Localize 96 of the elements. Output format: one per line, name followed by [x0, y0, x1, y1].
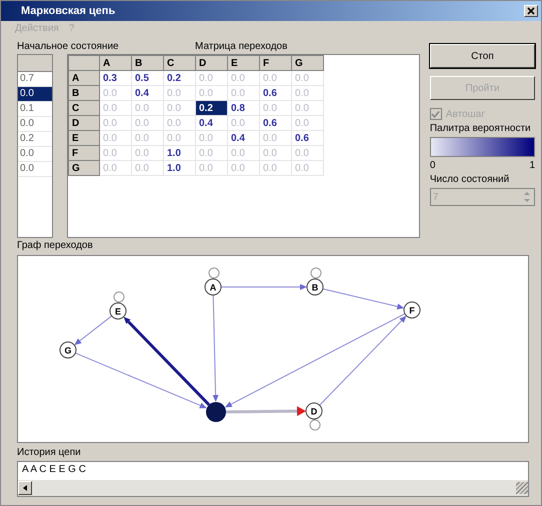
state-node: E	[110, 302, 126, 320]
resize-grip-icon	[516, 482, 528, 494]
grid-cell[interactable]: 0.4	[228, 130, 260, 146]
grid-cell[interactable]: 0.0	[18, 147, 52, 162]
grid-cell[interactable]: 0.0	[228, 146, 260, 160]
column-header: F	[260, 56, 292, 70]
state-node: G	[60, 342, 76, 358]
grid-cell[interactable]: 0.0	[132, 160, 164, 176]
spin-arrows-icon	[522, 189, 532, 205]
grid-cell[interactable]: 0.0	[100, 146, 132, 160]
grid-cell[interactable]: 0.0	[100, 160, 132, 176]
grid-cell[interactable]: 0.0	[260, 160, 292, 176]
grid-cell[interactable]: 0.2	[18, 132, 52, 147]
grid-cell[interactable]: 0.0	[260, 146, 292, 160]
initial-state-label: Начальное состояние	[17, 41, 120, 52]
grid-cell[interactable]: 0.0	[292, 116, 324, 130]
grid-cell[interactable]: 0.0	[164, 86, 196, 100]
grid-cell[interactable]: 0.0	[260, 100, 292, 116]
grid-cell[interactable]: 0.0	[100, 130, 132, 146]
grid-cell[interactable]: 1.0	[164, 146, 196, 160]
grid-cell[interactable]: 0.6	[292, 130, 324, 146]
state-node: F	[404, 302, 420, 318]
grid-cell[interactable]: 0.0	[228, 70, 260, 86]
grid-cell[interactable]: 0.0	[100, 100, 132, 116]
graph-label: Граф переходов	[16, 239, 94, 253]
left-arrow-icon	[22, 485, 28, 491]
self-loop	[208, 268, 220, 278]
close-button[interactable]	[524, 5, 538, 17]
grid-cell[interactable]: 0.0	[132, 146, 164, 160]
grid-cell[interactable]: 0.0	[228, 86, 260, 100]
grid-cell[interactable]: 0.0	[292, 70, 324, 86]
column-header: B	[132, 56, 164, 70]
grid-cell[interactable]: 0.4	[132, 86, 164, 100]
grid-cell[interactable]: 0.0	[292, 160, 324, 176]
matrix-label: Матрица переходов	[195, 41, 288, 52]
history-label: История цепи	[16, 446, 82, 460]
grid-cell[interactable]: 0.5	[132, 70, 164, 86]
close-icon	[527, 7, 535, 15]
grid-cell[interactable]: 0.0	[196, 130, 228, 146]
self-loop	[310, 420, 320, 430]
self-loop	[114, 292, 124, 302]
grid-cell[interactable]: 0.0	[132, 116, 164, 130]
window-title: Марковская цепь	[21, 5, 116, 17]
row-header: B	[68, 86, 100, 100]
grid-cell[interactable]: 0.0	[18, 162, 52, 177]
row-header: D	[68, 116, 100, 130]
grid-cell[interactable]: 0.1	[18, 102, 52, 117]
grid-cell[interactable]: 0.0	[260, 130, 292, 146]
stop-button[interactable]: Стоп	[430, 44, 535, 68]
check-icon	[431, 110, 440, 118]
column-header: A	[100, 56, 132, 70]
grid-cell[interactable]: 0.0	[18, 87, 52, 102]
state-count-label: Число состояний	[430, 174, 510, 185]
scroll-left-button[interactable]	[18, 481, 32, 495]
grid-cell[interactable]: 0.0	[292, 100, 324, 116]
grid-cell[interactable]: 0.0	[132, 100, 164, 116]
grid-cell[interactable]: 0.6	[260, 86, 292, 100]
grid-cell[interactable]: 0.0	[228, 116, 260, 130]
grid-cell[interactable]: 0.0	[228, 160, 260, 176]
column-header: E	[228, 56, 260, 70]
grid-cell[interactable]: 0.0	[164, 116, 196, 130]
palette-label: Палитра вероятности	[430, 123, 532, 134]
column-header: G	[292, 56, 324, 70]
state-node: D	[306, 402, 322, 420]
row-header: E	[68, 130, 100, 146]
grid-cell[interactable]: 0.0	[100, 86, 132, 100]
grid-cell[interactable]: 0.8	[228, 100, 260, 116]
grid-cell[interactable]: 0.0	[18, 117, 52, 132]
row-header: F	[68, 146, 100, 160]
state-node: A	[204, 278, 222, 296]
grid-cell[interactable]: 0.0	[196, 70, 228, 86]
grid-cell[interactable]: 0.3	[100, 70, 132, 86]
grid-cell[interactable]: 0.2	[164, 70, 196, 86]
scale-max: 1	[529, 160, 535, 171]
state-node: B	[306, 278, 324, 296]
history-field: A A C E E G C	[17, 461, 529, 497]
row-header: A	[68, 70, 100, 86]
grid-cell[interactable]: 0.6	[260, 116, 292, 130]
grid-cell[interactable]: 0.0	[132, 130, 164, 146]
grid-cell[interactable]: 1.0	[164, 160, 196, 176]
grid-cell[interactable]: 0.2	[196, 100, 228, 116]
grid-cell[interactable]: 0.0	[196, 146, 228, 160]
grid-cell[interactable]: 0.0	[260, 70, 292, 86]
column-header: C	[164, 56, 196, 70]
self-loop	[310, 268, 322, 278]
column-header: D	[196, 56, 228, 70]
row-header: G	[68, 160, 100, 176]
scale-min: 0	[430, 160, 436, 171]
grid-cell[interactable]: 0.0	[164, 130, 196, 146]
row-header: C	[68, 100, 100, 116]
grid-cell[interactable]: 0.0	[100, 116, 132, 130]
grid-cell[interactable]: 0.0	[292, 146, 324, 160]
grid-cell[interactable]: 0.0	[292, 86, 324, 100]
grid-cell[interactable]: 0.4	[196, 116, 228, 130]
grid-cell[interactable]: 0.0	[196, 160, 228, 176]
transition-arrow	[74, 315, 112, 346]
